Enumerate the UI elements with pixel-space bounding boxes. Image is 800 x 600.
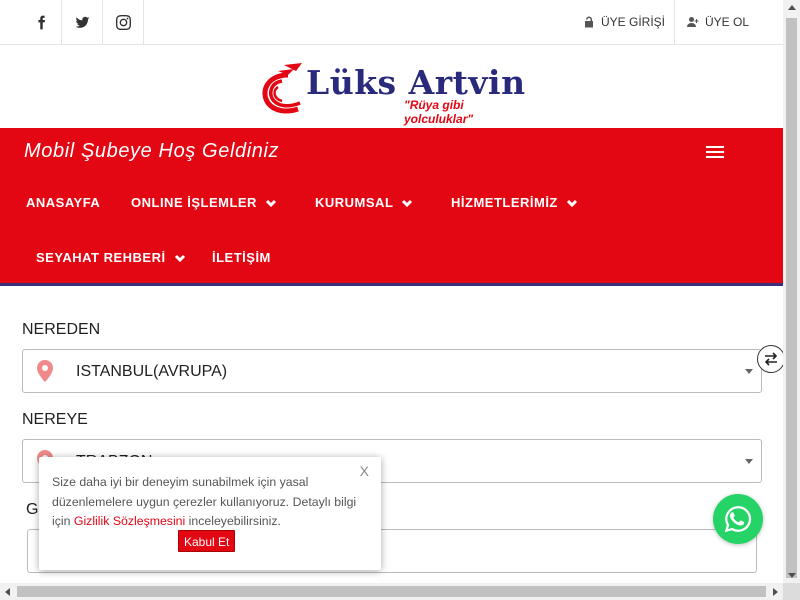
nav-item-kurumsal[interactable]: KURUMSAL	[315, 195, 413, 210]
twitter-icon	[75, 16, 89, 28]
scroll-down-icon[interactable]	[788, 573, 796, 578]
from-value: ISTANBUL(AVRUPA)	[76, 363, 228, 380]
main-navigation: Mobil Şubeye Hoş Geldiniz ANASAYFA ONLIN…	[0, 128, 783, 286]
logo-area: Lüks Artvin "Rüya gibi yolculuklar"	[0, 45, 783, 128]
brand-name: Lüks Artvin	[306, 63, 526, 102]
brand-logo[interactable]: Lüks Artvin "Rüya gibi yolculuklar"	[258, 57, 528, 126]
vertical-scrollbar[interactable]	[783, 0, 800, 583]
top-bar: ÜYE GİRİŞİ ÜYE OL	[0, 0, 783, 45]
chevron-down-icon	[174, 252, 186, 264]
to-label: NEREYE	[22, 411, 88, 428]
nav-item-home[interactable]: ANASAYFA	[26, 195, 100, 210]
nav-item-online-islemler[interactable]: ONLINE İŞLEMLER	[131, 195, 277, 210]
nav-item-label: İLETİŞİM	[212, 250, 271, 265]
swap-icon	[764, 352, 778, 366]
chevron-down-icon	[566, 197, 578, 209]
login-label: ÜYE GİRİŞİ	[601, 15, 666, 29]
nav-item-label: KURUMSAL	[315, 195, 394, 210]
from-label: NEREDEN	[22, 321, 101, 338]
menu-toggle-button[interactable]	[706, 146, 726, 160]
scroll-right-icon[interactable]	[773, 588, 778, 596]
scroll-up-icon[interactable]	[788, 5, 796, 10]
user-plus-icon	[687, 17, 699, 27]
nav-item-label: SEYAHAT REHBERİ	[36, 250, 166, 265]
nav-item-label: ONLINE İŞLEMLER	[131, 195, 257, 210]
welcome-text: Mobil Şubeye Hoş Geldiniz	[24, 140, 280, 162]
cookie-consent-popup: X Size daha iyi bir deneyim sunabilmek i…	[39, 457, 381, 570]
hamburger-icon	[706, 146, 724, 148]
nav-item-label: ANASAYFA	[26, 195, 101, 210]
login-link[interactable]: ÜYE GİRİŞİ	[583, 0, 665, 44]
location-pin-icon	[37, 360, 53, 382]
swap-button[interactable]	[757, 345, 785, 373]
brand-slogan: "Rüya gibi yolculuklar"	[404, 98, 474, 126]
scrollbar-corner	[783, 583, 800, 600]
dropdown-caret-icon	[745, 459, 753, 464]
instagram-icon	[115, 14, 131, 30]
nav-item-label: HİZMETLERİMİZ	[451, 195, 558, 210]
nav-item-hizmetlerimiz[interactable]: HİZMETLERİMİZ	[451, 195, 578, 210]
horizontal-scroll-thumb[interactable]	[17, 586, 766, 597]
cookie-accept-button[interactable]: Kabul Et	[178, 530, 236, 552]
date-label: G	[26, 501, 39, 518]
vertical-scroll-thumb[interactable]	[786, 18, 797, 578]
twitter-link[interactable]	[62, 0, 103, 44]
register-label: ÜYE OL	[705, 15, 750, 29]
chevron-down-icon	[401, 197, 413, 209]
facebook-icon	[37, 15, 45, 29]
horizontal-scrollbar[interactable]	[0, 583, 783, 600]
whatsapp-button[interactable]	[713, 494, 763, 544]
chevron-down-icon	[265, 197, 277, 209]
nav-item-iletisim[interactable]: İLETİŞİM	[212, 250, 271, 265]
logo-swoosh-icon	[262, 63, 302, 114]
privacy-policy-link[interactable]: Gizlilik Sözleşmesini	[74, 514, 185, 528]
facebook-link[interactable]	[21, 0, 62, 44]
register-link[interactable]: ÜYE OL	[674, 0, 783, 44]
scroll-left-icon[interactable]	[5, 588, 10, 596]
instagram-link[interactable]	[103, 0, 144, 44]
cookie-message: Size daha iyi bir deneyim sunabilmek içi…	[52, 475, 357, 528]
nav-item-seyahat-rehberi[interactable]: SEYAHAT REHBERİ	[36, 250, 186, 265]
from-select[interactable]: ISTANBUL(AVRUPA)	[22, 349, 762, 393]
dropdown-caret-icon	[745, 369, 753, 374]
lock-icon	[585, 16, 593, 28]
whatsapp-icon	[724, 506, 752, 533]
